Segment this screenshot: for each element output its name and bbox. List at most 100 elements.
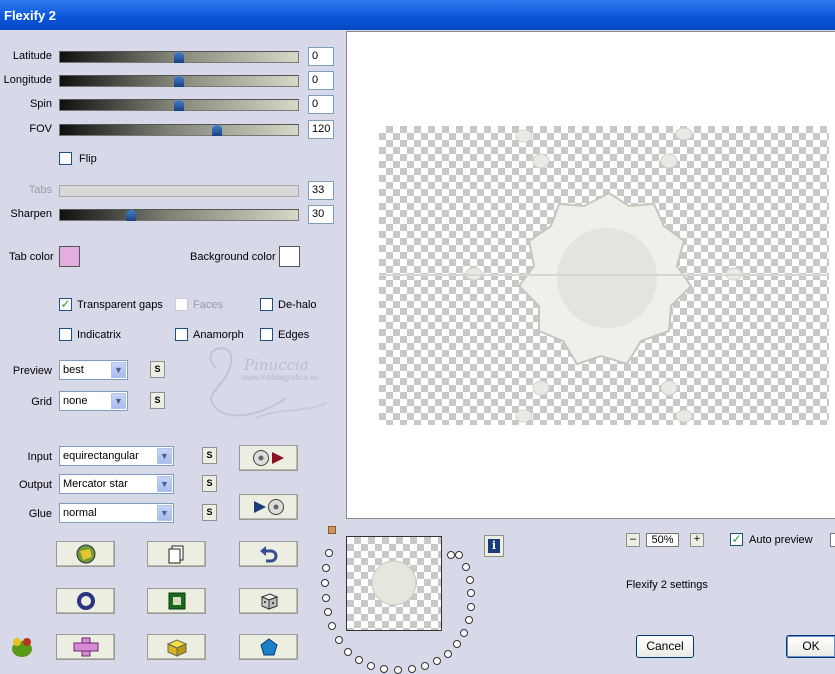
pentagon-button[interactable] xyxy=(239,634,298,660)
grid-select-value: none xyxy=(63,395,88,407)
navigator-ring-dot[interactable] xyxy=(453,640,461,648)
faces-label: Faces xyxy=(193,299,223,311)
navigator-ring-dot[interactable] xyxy=(328,622,336,630)
window-title-bar: Flexify 2 xyxy=(0,0,835,30)
fov-slider[interactable] xyxy=(59,124,299,136)
output-select-value: Mercator star xyxy=(63,478,128,490)
zoom-out-button[interactable]: – xyxy=(626,533,640,547)
frame-button[interactable] xyxy=(147,588,206,614)
glue-s-button[interactable]: S xyxy=(202,504,217,521)
latitude-value-field[interactable]: 0 xyxy=(308,47,334,66)
pentagon-icon xyxy=(259,638,278,656)
frog-logo-icon xyxy=(12,638,32,657)
preview-s-button[interactable]: S xyxy=(150,361,165,378)
cancel-button[interactable]: Cancel xyxy=(636,635,694,658)
disc-arrow-icon xyxy=(252,450,284,466)
latitude-slider-thumb[interactable] xyxy=(174,51,184,63)
copy-button[interactable] xyxy=(147,541,206,567)
indicatrix-checkbox[interactable] xyxy=(59,328,72,341)
navigator-ring-dot[interactable] xyxy=(467,603,475,611)
longitude-value-field[interactable]: 0 xyxy=(308,71,334,90)
navigator-ring-dot[interactable] xyxy=(455,551,463,559)
preview-select[interactable]: best ▼ xyxy=(59,360,128,380)
navigator-ring-dot[interactable] xyxy=(462,563,470,571)
navigator-ring-dot[interactable] xyxy=(421,662,429,670)
frame-icon xyxy=(168,592,185,610)
cross-button[interactable] xyxy=(56,634,115,660)
zoom-in-button[interactable]: + xyxy=(690,533,704,547)
longitude-slider[interactable] xyxy=(59,75,299,87)
chevron-down-icon: ▼ xyxy=(157,476,172,492)
navigator-ring-dot[interactable] xyxy=(466,576,474,584)
navigator-ring-dot[interactable] xyxy=(355,656,363,664)
ring-button[interactable] xyxy=(56,588,115,614)
navigator-ring-dot[interactable] xyxy=(344,648,352,656)
sharpen-slider-thumb[interactable] xyxy=(126,209,137,221)
cube-button[interactable] xyxy=(147,634,206,660)
info-button[interactable]: i xyxy=(484,535,504,557)
undo-button[interactable] xyxy=(239,541,298,567)
convert-to-output-button[interactable] xyxy=(239,445,298,471)
auto-preview-label: Auto preview xyxy=(749,534,813,546)
plugin-logo xyxy=(9,634,35,663)
navigator-ring-dot[interactable] xyxy=(322,564,330,572)
preview-select-value: best xyxy=(63,364,84,376)
navigator-ring-dot[interactable] xyxy=(460,629,468,637)
tab-color-swatch[interactable] xyxy=(59,246,80,267)
sharpen-value-field[interactable]: 30 xyxy=(308,205,334,224)
input-select[interactable]: equirectangular ▼ xyxy=(59,446,174,466)
faces-checkbox[interactable] xyxy=(175,298,188,311)
grid-s-button[interactable]: S xyxy=(150,392,165,409)
ok-button[interactable]: OK xyxy=(786,635,835,658)
navigator-ring-dot[interactable] xyxy=(367,662,375,670)
clipped-control[interactable] xyxy=(830,533,835,547)
navigator-ring-dot[interactable] xyxy=(322,594,330,602)
output-select[interactable]: Mercator star ▼ xyxy=(59,474,174,494)
anamorph-checkbox[interactable] xyxy=(175,328,188,341)
glue-select[interactable]: normal ▼ xyxy=(59,503,174,523)
auto-preview-checkbox[interactable]: ✓ xyxy=(730,533,743,546)
fov-slider-thumb[interactable] xyxy=(212,124,223,136)
randomize-button[interactable] xyxy=(56,541,115,567)
fov-value-field[interactable]: 120 xyxy=(308,120,334,139)
indicatrix-label: Indicatrix xyxy=(77,329,122,341)
chevron-down-icon: ▼ xyxy=(111,362,126,378)
navigator-ring-dot[interactable] xyxy=(467,589,475,597)
tabs-label: Tabs xyxy=(28,184,52,196)
dice-icon xyxy=(260,593,278,610)
navigator-ring-dot[interactable] xyxy=(325,549,333,557)
flip-checkbox[interactable] xyxy=(59,152,72,165)
transparent-gaps-checkbox[interactable]: ✓ xyxy=(59,298,72,311)
background-color-swatch[interactable] xyxy=(279,246,300,267)
preview-select-label: Preview xyxy=(12,365,52,377)
navigator-ring-dot[interactable] xyxy=(444,650,452,658)
navigator-ring-dot[interactable] xyxy=(433,657,441,665)
random-dice-button[interactable] xyxy=(239,588,298,614)
sharpen-label: Sharpen xyxy=(10,208,52,220)
spin-value-field[interactable]: 0 xyxy=(308,95,334,114)
input-s-button[interactable]: S xyxy=(202,447,217,464)
tab-color-label: Tab color xyxy=(9,251,54,263)
longitude-slider-thumb[interactable] xyxy=(174,75,184,87)
glue-select-label: Glue xyxy=(28,508,52,520)
navigator-ring-dot[interactable] xyxy=(324,608,332,616)
sharpen-slider[interactable] xyxy=(59,209,299,221)
tabs-value-field[interactable]: 33 xyxy=(308,181,334,200)
convert-to-input-button[interactable] xyxy=(239,494,298,520)
spin-slider-thumb[interactable] xyxy=(174,99,184,111)
navigator-ring-dot[interactable] xyxy=(447,551,455,559)
grid-select[interactable]: none ▼ xyxy=(59,391,128,411)
navigator-ring-dot[interactable] xyxy=(465,616,473,624)
navigator-ring-dot[interactable] xyxy=(321,579,329,587)
latitude-slider[interactable] xyxy=(59,51,299,63)
output-s-button[interactable]: S xyxy=(202,475,217,492)
navigator-ring-dot[interactable] xyxy=(335,636,343,644)
navigator-thumbnail[interactable] xyxy=(346,536,442,631)
fov-label: FOV xyxy=(29,123,52,135)
navigator-handle[interactable] xyxy=(328,526,336,534)
de-halo-checkbox[interactable] xyxy=(260,298,273,311)
navigator-ring-dot[interactable] xyxy=(394,666,402,674)
spin-slider[interactable] xyxy=(59,99,299,111)
preview-canvas[interactable] xyxy=(346,31,835,519)
glue-select-value: normal xyxy=(63,507,97,519)
